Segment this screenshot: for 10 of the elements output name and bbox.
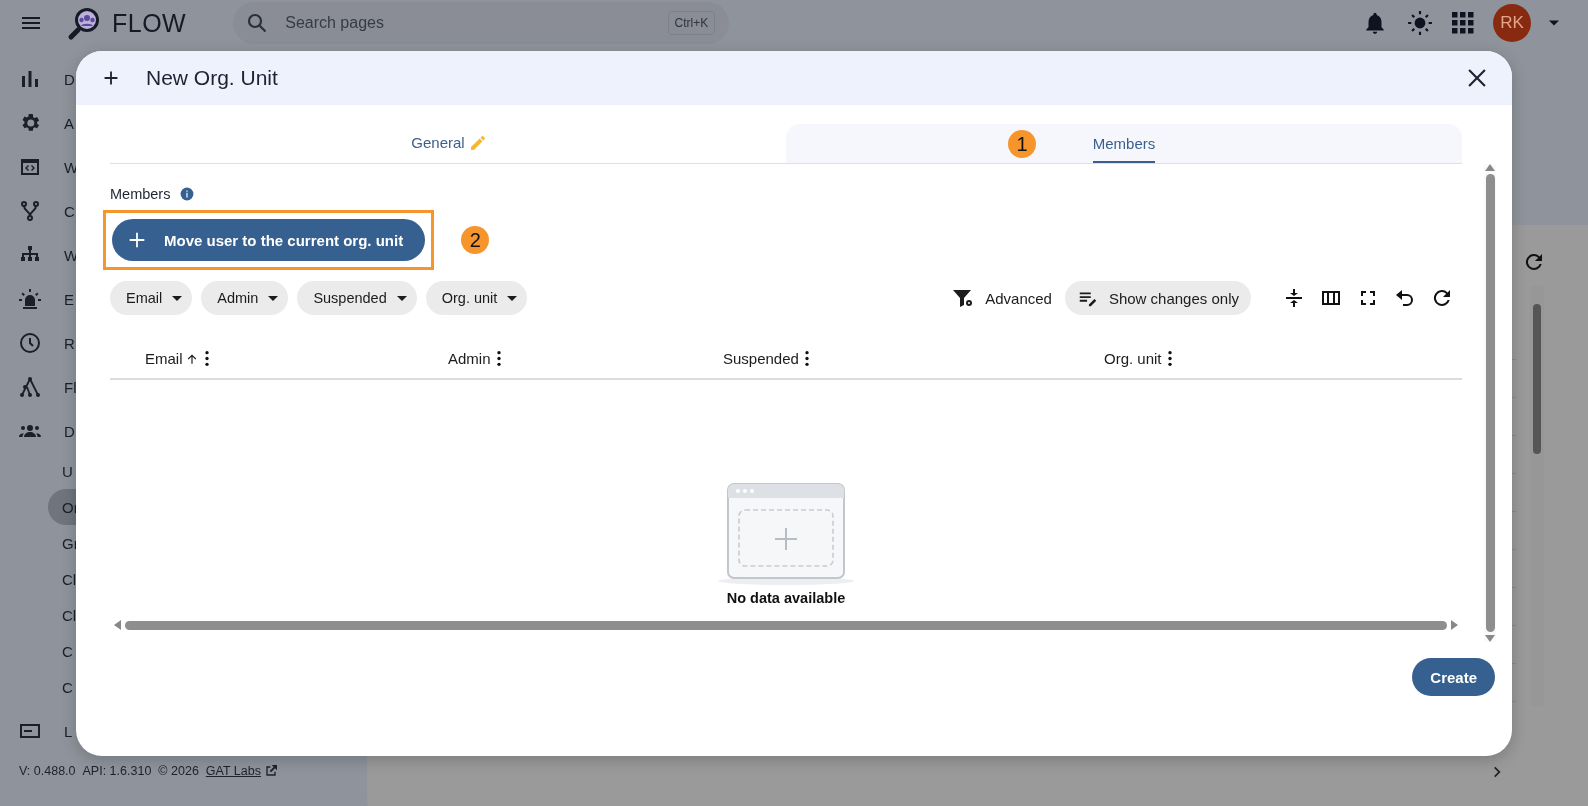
- shortcut-hint: Ctrl+K: [667, 11, 716, 35]
- step-badge: 1: [1008, 130, 1036, 158]
- app-title: FLOW: [112, 8, 187, 38]
- dialog-title: New Org. Unit: [146, 66, 278, 90]
- empty-state-text: No data available: [726, 590, 846, 606]
- step-badge: 2: [461, 226, 490, 254]
- api-version-text: API: 1.6.310: [82, 764, 152, 778]
- version-text: V: 0.488.0: [19, 764, 76, 778]
- copyright-text: © 2026: [158, 764, 199, 778]
- section-label: Members: [110, 186, 171, 202]
